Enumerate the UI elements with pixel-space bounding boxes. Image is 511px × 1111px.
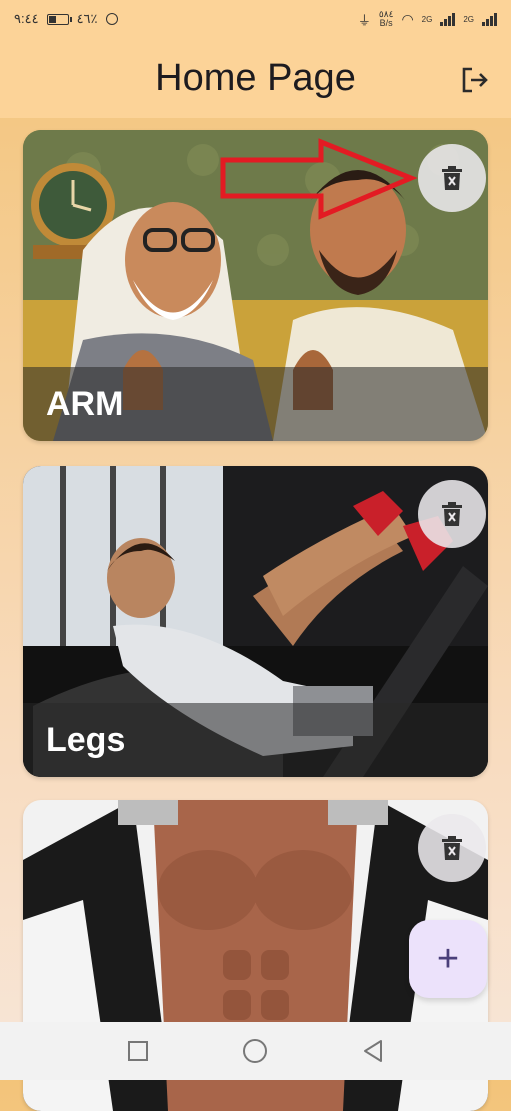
battery-percent: ٤٦٪ bbox=[76, 11, 98, 26]
add-workout-button[interactable]: + bbox=[409, 920, 487, 998]
net-speed: ٥٨٤ B/s bbox=[378, 9, 394, 28]
trash-icon bbox=[442, 502, 462, 526]
status-left: ٩:٤٤ ٤٦٪ bbox=[14, 11, 118, 27]
signal-icon-2 bbox=[482, 12, 497, 26]
page-title: Home Page bbox=[155, 56, 356, 99]
wifi-icon: ◠ bbox=[401, 10, 414, 27]
status-time: ٩:٤٤ bbox=[14, 11, 39, 26]
home-button[interactable] bbox=[242, 1038, 268, 1064]
system-nav-bar bbox=[0, 1022, 511, 1080]
status-bar: ٩:٤٤ ٤٦٪ ⏚ ٥٨٤ B/s ◠ 2G 2G bbox=[0, 0, 511, 38]
card-title: Legs bbox=[46, 720, 126, 759]
logout-button[interactable] bbox=[459, 64, 491, 96]
logout-icon bbox=[462, 67, 488, 93]
delete-button-chest[interactable] bbox=[418, 814, 486, 882]
usb-icon: ⏚ bbox=[357, 12, 371, 28]
card-title: ARM bbox=[46, 384, 124, 423]
status-right: ⏚ ٥٨٤ B/s ◠ 2G 2G bbox=[358, 10, 497, 29]
trash-icon bbox=[442, 836, 462, 860]
back-button[interactable] bbox=[362, 1039, 384, 1063]
battery-icon bbox=[46, 13, 72, 25]
alarm-icon bbox=[105, 13, 118, 25]
delete-button-arm[interactable] bbox=[418, 144, 486, 212]
delete-button-legs[interactable] bbox=[418, 480, 486, 548]
app-header: Home Page bbox=[0, 38, 511, 118]
plus-icon: + bbox=[436, 937, 460, 980]
card-caption-legs: Legs bbox=[23, 703, 488, 777]
sim2-label: 2G bbox=[463, 14, 474, 24]
recents-button[interactable] bbox=[127, 1040, 149, 1062]
signal-icon-1 bbox=[440, 12, 456, 26]
card-caption-arm: ARM bbox=[23, 367, 488, 441]
workout-card-arm[interactable]: ARM bbox=[23, 130, 488, 441]
sim1-label: 2G bbox=[421, 14, 433, 24]
workout-card-legs[interactable]: Legs bbox=[23, 466, 488, 777]
trash-icon bbox=[442, 166, 462, 190]
